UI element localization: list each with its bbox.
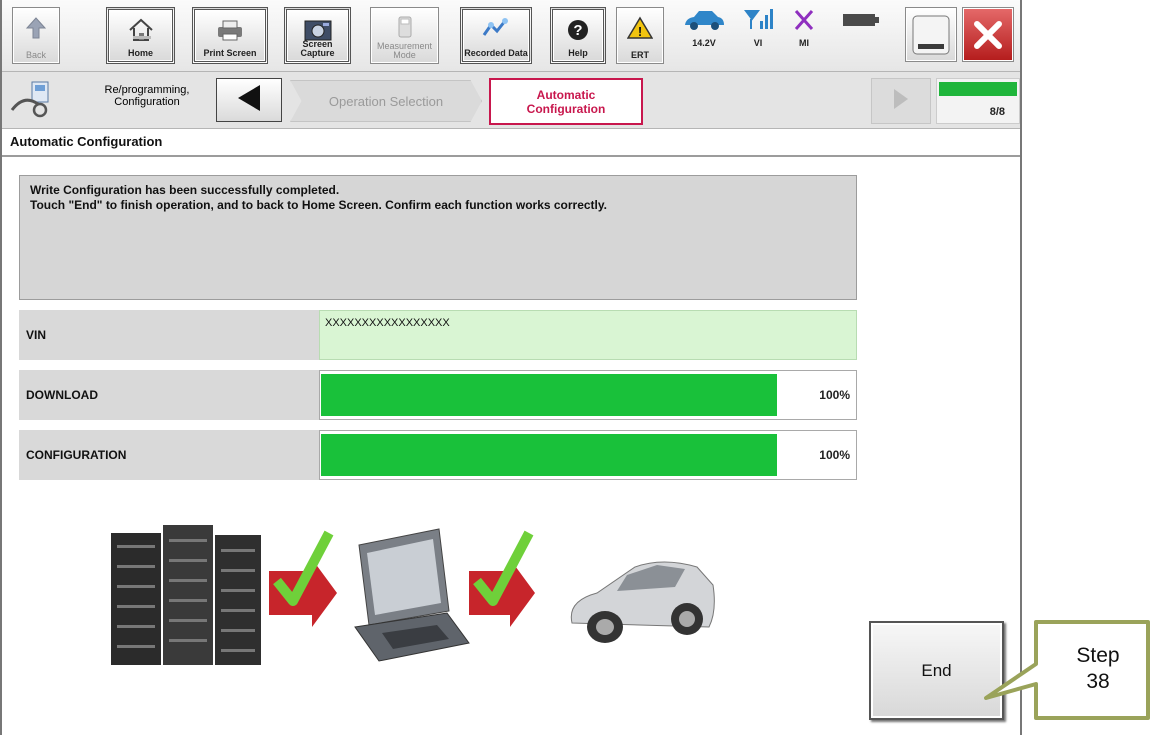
screen-capture-button[interactable]: Screen Capture	[284, 7, 351, 64]
help-button[interactable]: ? Help	[550, 7, 606, 64]
navigation-bar: Re/programming, Configuration Operation …	[2, 72, 1020, 129]
printer-icon	[195, 16, 265, 44]
callout-line-1: Step	[1076, 644, 1120, 667]
screen-capture-label: Screen Capture	[300, 39, 335, 58]
server-icon	[111, 525, 261, 665]
process-illustration	[111, 525, 715, 665]
message-box: Write Configuration has been successfull…	[19, 175, 857, 300]
battery-icon	[836, 7, 886, 34]
callout-line-2: 38	[1086, 670, 1110, 693]
configuration-percent: 100%	[819, 448, 850, 462]
battery-voltage-status: 14.2V	[674, 7, 734, 48]
svg-text:!: !	[638, 24, 642, 39]
recorded-data-icon	[463, 16, 529, 44]
breadcrumb-operation-selection[interactable]: Operation Selection	[290, 80, 482, 122]
top-toolbar: Back Home Print Screen Screen Capture Me	[2, 0, 1020, 72]
ert-label: ERT	[631, 50, 649, 60]
operation-selection-label: Operation Selection	[328, 93, 444, 109]
voltage-label: 14.2V	[692, 38, 716, 48]
triangle-right-icon	[892, 87, 910, 116]
help-icon: ?	[553, 16, 603, 44]
back-label: Back	[25, 50, 46, 60]
home-label: Home	[127, 48, 153, 58]
end-button-label: End	[921, 660, 952, 680]
automatic-configuration-line2: Configuration	[526, 101, 606, 116]
download-label: DOWNLOAD	[19, 370, 319, 420]
back-arrow-icon	[13, 14, 59, 42]
breadcrumb-reprogramming-label: Re/programming, Configuration	[104, 84, 190, 108]
message-line-1: Write Configuration has been successfull…	[30, 183, 340, 197]
measurement-mode-label: Measurement Mode	[376, 41, 433, 60]
back-button[interactable]: Back	[12, 7, 60, 64]
download-progress-bar: 100%	[319, 370, 857, 420]
battery-status	[836, 7, 886, 34]
print-screen-button[interactable]: Print Screen	[192, 7, 268, 64]
section-title: Automatic Configuration	[10, 134, 163, 149]
signal-icon	[738, 7, 778, 38]
download-percent: 100%	[819, 388, 850, 402]
step-progress-fill	[939, 82, 1017, 96]
arrow-check-icon	[469, 530, 535, 627]
ert-button[interactable]: ! ERT	[616, 7, 664, 64]
configuration-progress-fill	[321, 434, 777, 476]
meter-icon	[371, 14, 438, 42]
download-progress-fill	[321, 374, 777, 416]
configuration-row: CONFIGURATION 100%	[19, 430, 857, 480]
step-callout-text: Step 38	[1052, 643, 1144, 695]
minimize-button[interactable]	[905, 7, 957, 62]
step-progress: 8/8	[936, 78, 1020, 124]
vin-row: VIN XXXXXXXXXXXXXXXXX	[19, 310, 857, 360]
close-button[interactable]	[962, 7, 1014, 62]
car-icon	[674, 7, 734, 38]
home-button[interactable]: Home	[106, 7, 175, 64]
help-label: Help	[568, 48, 588, 58]
mi-status: MI	[784, 7, 824, 48]
vi-status: VI	[738, 7, 778, 48]
measurement-mode-button[interactable]: Measurement Mode	[370, 7, 439, 64]
application-window: Back Home Print Screen Screen Capture Me	[0, 0, 1022, 735]
minimize-icon	[906, 8, 956, 61]
title-divider	[2, 155, 1020, 157]
vin-value: XXXXXXXXXXXXXXXXX	[319, 310, 857, 360]
warning-icon: !	[617, 14, 663, 42]
automatic-configuration-line1: Automatic	[536, 87, 596, 102]
configuration-progress-bar: 100%	[319, 430, 857, 480]
car-illustration-icon	[570, 561, 715, 643]
nav-back-button[interactable]	[216, 78, 282, 122]
laptop-icon	[354, 528, 470, 662]
mi-label: MI	[799, 38, 809, 48]
download-row: DOWNLOAD 100%	[19, 370, 857, 420]
reprogramming-icon	[10, 80, 64, 125]
close-icon	[963, 8, 1013, 61]
x-mark-icon	[784, 7, 824, 38]
svg-text:?: ?	[573, 22, 582, 39]
breadcrumb-automatic-configuration: Automatic Configuration	[489, 78, 643, 125]
recorded-data-label: Recorded Data	[464, 48, 528, 58]
page-indicator: 8/8	[989, 106, 1005, 118]
print-screen-label: Print Screen	[203, 48, 257, 58]
recorded-data-button[interactable]: Recorded Data	[460, 7, 532, 64]
triangle-left-icon	[236, 83, 262, 118]
vi-label: VI	[753, 38, 763, 48]
breadcrumb-reprogramming-configuration[interactable]: Re/programming, Configuration	[82, 84, 212, 108]
nav-next-button[interactable]	[871, 78, 931, 124]
message-line-2: Touch "End" to finish operation, and to …	[30, 198, 608, 212]
vin-label: VIN	[19, 310, 319, 360]
configuration-label: CONFIGURATION	[19, 430, 319, 480]
arrow-check-icon	[269, 530, 337, 627]
home-icon	[109, 16, 172, 44]
